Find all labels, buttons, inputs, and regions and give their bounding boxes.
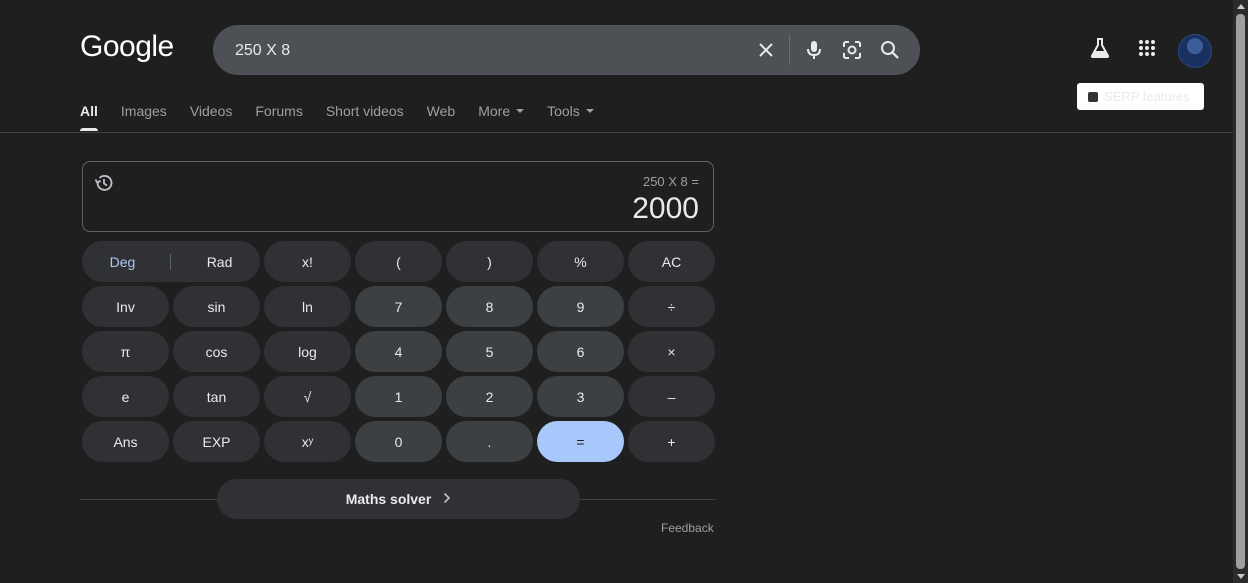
search-input[interactable] (233, 25, 737, 77)
cos-button[interactable]: cos (173, 331, 260, 372)
digit-6-button[interactable]: 6 (537, 331, 624, 372)
lens-icon[interactable] (840, 38, 864, 62)
search-icon[interactable] (878, 38, 902, 62)
percent-button[interactable]: % (537, 241, 624, 282)
history-icon[interactable] (94, 173, 114, 193)
digit-5-button[interactable]: 5 (446, 331, 533, 372)
tab-tools-label: Tools (547, 103, 580, 119)
search-bar (213, 25, 920, 77)
tab-images[interactable]: Images (121, 103, 167, 133)
right-paren-button[interactable]: ) (446, 241, 533, 282)
decimal-button[interactable]: . (446, 421, 533, 462)
ln-button[interactable]: ln (264, 286, 351, 327)
scroll-down-icon[interactable] (1237, 574, 1245, 579)
digit-4-button[interactable]: 4 (355, 331, 442, 372)
pi-button[interactable]: π (82, 331, 169, 372)
tab-more[interactable]: More (478, 103, 525, 133)
log-button[interactable]: log (264, 331, 351, 372)
search-divider (789, 35, 790, 65)
checkbox-icon[interactable] (1088, 91, 1098, 102)
multiply-button[interactable]: × (628, 331, 715, 372)
maths-solver-label: Maths solver (345, 491, 432, 507)
digit-0-button[interactable]: 0 (355, 421, 442, 462)
tab-more-label: More (478, 103, 511, 119)
rad-button[interactable]: Rad (207, 254, 233, 270)
deg-rad-toggle[interactable]: Deg Rad (82, 241, 260, 282)
digit-9-button[interactable]: 9 (537, 286, 624, 327)
google-logo[interactable]: Google (80, 30, 174, 64)
calculator-display: 250 X 8 = 2000 (82, 161, 714, 232)
divide-button[interactable]: ÷ (628, 286, 715, 327)
digit-1-button[interactable]: 1 (355, 376, 442, 417)
equals-button[interactable]: = (537, 421, 624, 462)
clear-icon[interactable] (754, 38, 778, 62)
factorial-button[interactable]: x! (264, 241, 351, 282)
tan-button[interactable]: tan (173, 376, 260, 417)
plus-button[interactable]: + (628, 421, 715, 462)
sin-button[interactable]: sin (173, 286, 260, 327)
chevron-down-icon (516, 109, 525, 113)
deg-button[interactable]: Deg (110, 254, 136, 270)
serp-features-checkbox[interactable]: SERP features (1077, 83, 1204, 110)
inverse-button[interactable]: Inv (82, 286, 169, 327)
tab-web[interactable]: Web (427, 103, 456, 133)
exp-button[interactable]: EXP (173, 421, 260, 462)
tab-all[interactable]: All (80, 103, 98, 133)
tab-videos[interactable]: Videos (190, 103, 233, 133)
scrollbar-thumb[interactable] (1236, 14, 1245, 569)
tab-short-videos[interactable]: Short videos (326, 103, 404, 133)
chevron-right-icon (443, 491, 451, 507)
digit-7-button[interactable]: 7 (355, 286, 442, 327)
chevron-down-icon (585, 109, 594, 113)
digit-2-button[interactable]: 2 (446, 376, 533, 417)
power-button[interactable]: xʸ (264, 421, 351, 462)
labs-icon[interactable] (1088, 36, 1112, 60)
apps-grid-icon[interactable] (1135, 36, 1159, 60)
e-button[interactable]: e (82, 376, 169, 417)
deg-rad-separator (170, 253, 172, 270)
maths-solver-button[interactable]: Maths solver (217, 479, 580, 519)
calculator-expression: 250 X 8 = (642, 174, 699, 189)
page-scrollbar[interactable] (1233, 0, 1248, 583)
microphone-icon[interactable] (802, 38, 826, 62)
left-paren-button[interactable]: ( (355, 241, 442, 282)
search-tabs: All Images Videos Forums Short videos We… (80, 103, 617, 133)
scroll-up-icon[interactable] (1237, 4, 1245, 9)
digit-8-button[interactable]: 8 (446, 286, 533, 327)
header-divider (0, 132, 1233, 133)
digit-3-button[interactable]: 3 (537, 376, 624, 417)
account-avatar[interactable] (1178, 34, 1212, 68)
all-clear-button[interactable]: AC (628, 241, 715, 282)
ans-button[interactable]: Ans (82, 421, 169, 462)
sqrt-button[interactable]: √ (264, 376, 351, 417)
tab-forums[interactable]: Forums (255, 103, 302, 133)
minus-button[interactable]: – (628, 376, 715, 417)
calculator-result: 2000 (632, 192, 699, 225)
feedback-link[interactable]: Feedback (661, 521, 714, 535)
serp-features-label: SERP features (1104, 89, 1190, 104)
tab-tools[interactable]: Tools (547, 103, 594, 133)
